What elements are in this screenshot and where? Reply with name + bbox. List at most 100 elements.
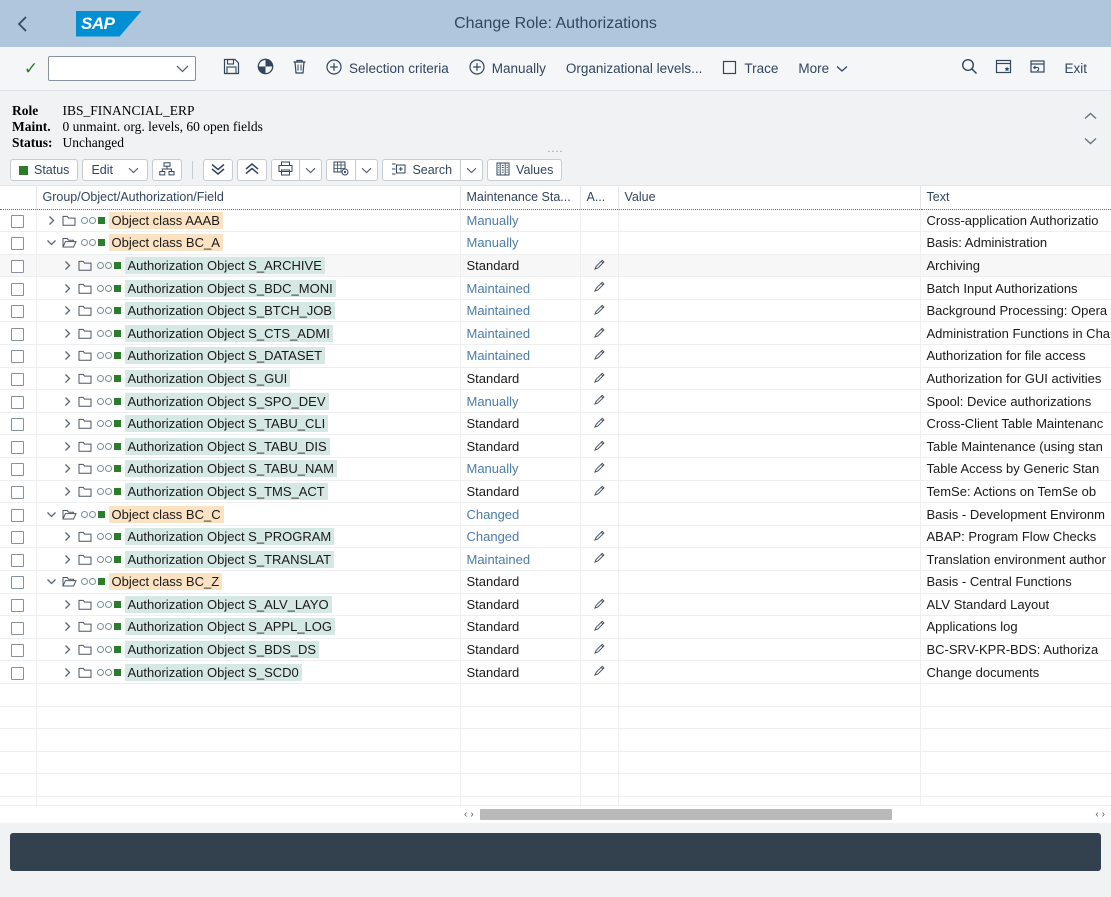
row-name-cell[interactable]: Authorization Object S_CTS_ADMI — [36, 321, 461, 346]
row-checkbox[interactable] — [11, 576, 25, 590]
chevron-down-icon[interactable] — [43, 234, 60, 252]
scroll-left-icon[interactable]: ‹ — [464, 809, 467, 820]
window-restore-button[interactable] — [1020, 54, 1054, 84]
scroll-right-icon[interactable]: › — [1102, 809, 1105, 820]
value-cell[interactable] — [618, 615, 921, 639]
row-name-cell[interactable]: Authorization Object S_SPO_DEV — [36, 389, 461, 413]
chevron-right-icon[interactable] — [59, 663, 76, 681]
table-row[interactable]: Object class BC_A Manually Basis: Administ… — [0, 231, 1111, 255]
action-cell[interactable] — [580, 321, 619, 346]
row-select-cell[interactable] — [0, 593, 37, 617]
value-cell[interactable] — [618, 321, 921, 346]
hscroll-right-arrows[interactable]: ‹ › — [1089, 809, 1111, 820]
maintenance-status-value[interactable]: Maintained — [467, 326, 531, 341]
row-select-cell[interactable] — [0, 254, 37, 278]
action-cell[interactable] — [580, 593, 619, 617]
value-cell[interactable] — [618, 480, 921, 504]
edit-pencil-icon[interactable] — [593, 529, 606, 545]
maintenance-status-value[interactable]: Maintained — [467, 348, 531, 363]
action-cell[interactable] — [580, 660, 619, 684]
row-checkbox[interactable] — [11, 463, 25, 477]
value-cell[interactable] — [618, 434, 921, 459]
row-select-cell[interactable] — [0, 638, 37, 662]
action-cell[interactable] — [580, 299, 619, 323]
edit-pencil-icon[interactable] — [593, 664, 606, 680]
edit-pencil-icon[interactable] — [593, 416, 606, 432]
value-cell[interactable] — [618, 344, 921, 368]
table-row[interactable]: Authorization Object S_TMS_ACT Standard Te… — [0, 480, 1111, 504]
chevron-down-icon[interactable] — [43, 573, 60, 591]
chevron-right-icon[interactable] — [43, 211, 60, 229]
row-name-cell[interactable]: Authorization Object S_TRANSLAT — [36, 547, 461, 571]
table-row[interactable]: Authorization Object S_ARCHIVE Standard Ar… — [0, 254, 1111, 278]
row-select-cell[interactable] — [0, 660, 37, 684]
chevron-right-icon[interactable] — [59, 415, 76, 433]
collapse-all-button[interactable] — [237, 159, 268, 181]
value-cell[interactable] — [618, 525, 921, 549]
personalize-button[interactable] — [986, 54, 1020, 84]
edit-pencil-icon[interactable] — [593, 642, 606, 658]
row-select-cell[interactable] — [0, 434, 37, 459]
action-cell[interactable] — [580, 412, 619, 436]
row-name-cell[interactable]: Authorization Object S_ALV_LAYO — [36, 593, 461, 617]
chevron-right-icon[interactable] — [59, 528, 76, 546]
row-select-cell[interactable] — [0, 389, 37, 413]
maintenance-status-cell[interactable]: Manually — [460, 208, 581, 233]
save-button[interactable] — [214, 54, 248, 84]
value-cell[interactable] — [618, 389, 921, 413]
row-select-cell[interactable] — [0, 276, 37, 300]
maintenance-status-cell[interactable]: Maintained — [460, 299, 581, 323]
row-checkbox[interactable] — [11, 440, 25, 454]
scroll-right-icon[interactable]: › — [470, 809, 473, 820]
row-select-cell[interactable] — [0, 367, 37, 391]
chevron-right-icon[interactable] — [59, 279, 76, 297]
maintenance-status-value[interactable]: Maintained — [467, 281, 531, 296]
hierarchy-button[interactable] — [152, 159, 183, 181]
role-select[interactable] — [48, 56, 196, 81]
search-button[interactable]: Search — [382, 159, 461, 181]
print-button[interactable] — [271, 159, 300, 181]
action-cell[interactable] — [580, 525, 619, 549]
row-select-cell[interactable] — [0, 231, 37, 255]
value-cell[interactable] — [618, 412, 921, 436]
table-row[interactable]: Authorization Object S_BDS_DS Standard BC-… — [0, 638, 1111, 662]
horizontal-scrollbar-track[interactable] — [479, 809, 1090, 820]
chevron-right-icon[interactable] — [59, 347, 76, 365]
row-checkbox[interactable] — [11, 305, 25, 319]
maintenance-status-value[interactable]: Maintained — [467, 552, 531, 567]
selection-criteria-button[interactable]: Selection criteria — [316, 54, 459, 84]
generate-profile-button[interactable] — [248, 54, 282, 84]
maintenance-status-cell[interactable]: Maintained — [460, 276, 581, 300]
value-cell[interactable] — [618, 502, 921, 526]
table-row[interactable]: Authorization Object S_TABU_CLI Standard C… — [0, 412, 1111, 436]
table-row[interactable]: Authorization Object S_TABU_DIS Standard T… — [0, 434, 1111, 459]
chevron-right-icon[interactable] — [59, 618, 76, 636]
edit-pencil-icon[interactable] — [593, 439, 606, 455]
exit-button[interactable]: Exit — [1054, 54, 1097, 84]
chevron-right-icon[interactable] — [59, 392, 76, 410]
row-checkbox[interactable] — [11, 260, 25, 274]
table-row[interactable]: Authorization Object S_CTS_ADMI Maintaine… — [0, 321, 1111, 346]
scroll-left-icon[interactable]: ‹ — [1095, 809, 1098, 820]
table-row[interactable]: Authorization Object S_BTCH_JOB Maintaine… — [0, 299, 1111, 323]
row-select-cell[interactable] — [0, 299, 37, 323]
edit-pencil-icon[interactable] — [593, 551, 606, 567]
action-cell[interactable] — [580, 434, 619, 459]
value-cell[interactable] — [618, 208, 921, 233]
row-checkbox[interactable] — [11, 282, 25, 296]
action-cell[interactable] — [580, 389, 619, 413]
column-header-text[interactable]: Text — [920, 186, 1111, 210]
row-name-cell[interactable]: Object class BC_A — [36, 231, 461, 255]
maintenance-status-cell[interactable]: Changed — [460, 502, 581, 526]
row-name-cell[interactable]: Object class AAAB — [36, 208, 461, 233]
row-checkbox[interactable] — [11, 666, 25, 680]
horizontal-scrollbar-thumb[interactable] — [479, 809, 892, 820]
column-header-select[interactable] — [0, 186, 37, 210]
values-button[interactable]: Values — [487, 159, 563, 181]
chevron-right-icon[interactable] — [59, 595, 76, 613]
row-checkbox[interactable] — [11, 508, 25, 522]
maintenance-status-cell[interactable]: Manually — [460, 231, 581, 255]
chevron-right-icon[interactable] — [59, 460, 76, 478]
row-name-cell[interactable]: Authorization Object S_TABU_NAM — [36, 457, 461, 481]
table-row[interactable]: Authorization Object S_SPO_DEV Manually Sp… — [0, 389, 1111, 413]
